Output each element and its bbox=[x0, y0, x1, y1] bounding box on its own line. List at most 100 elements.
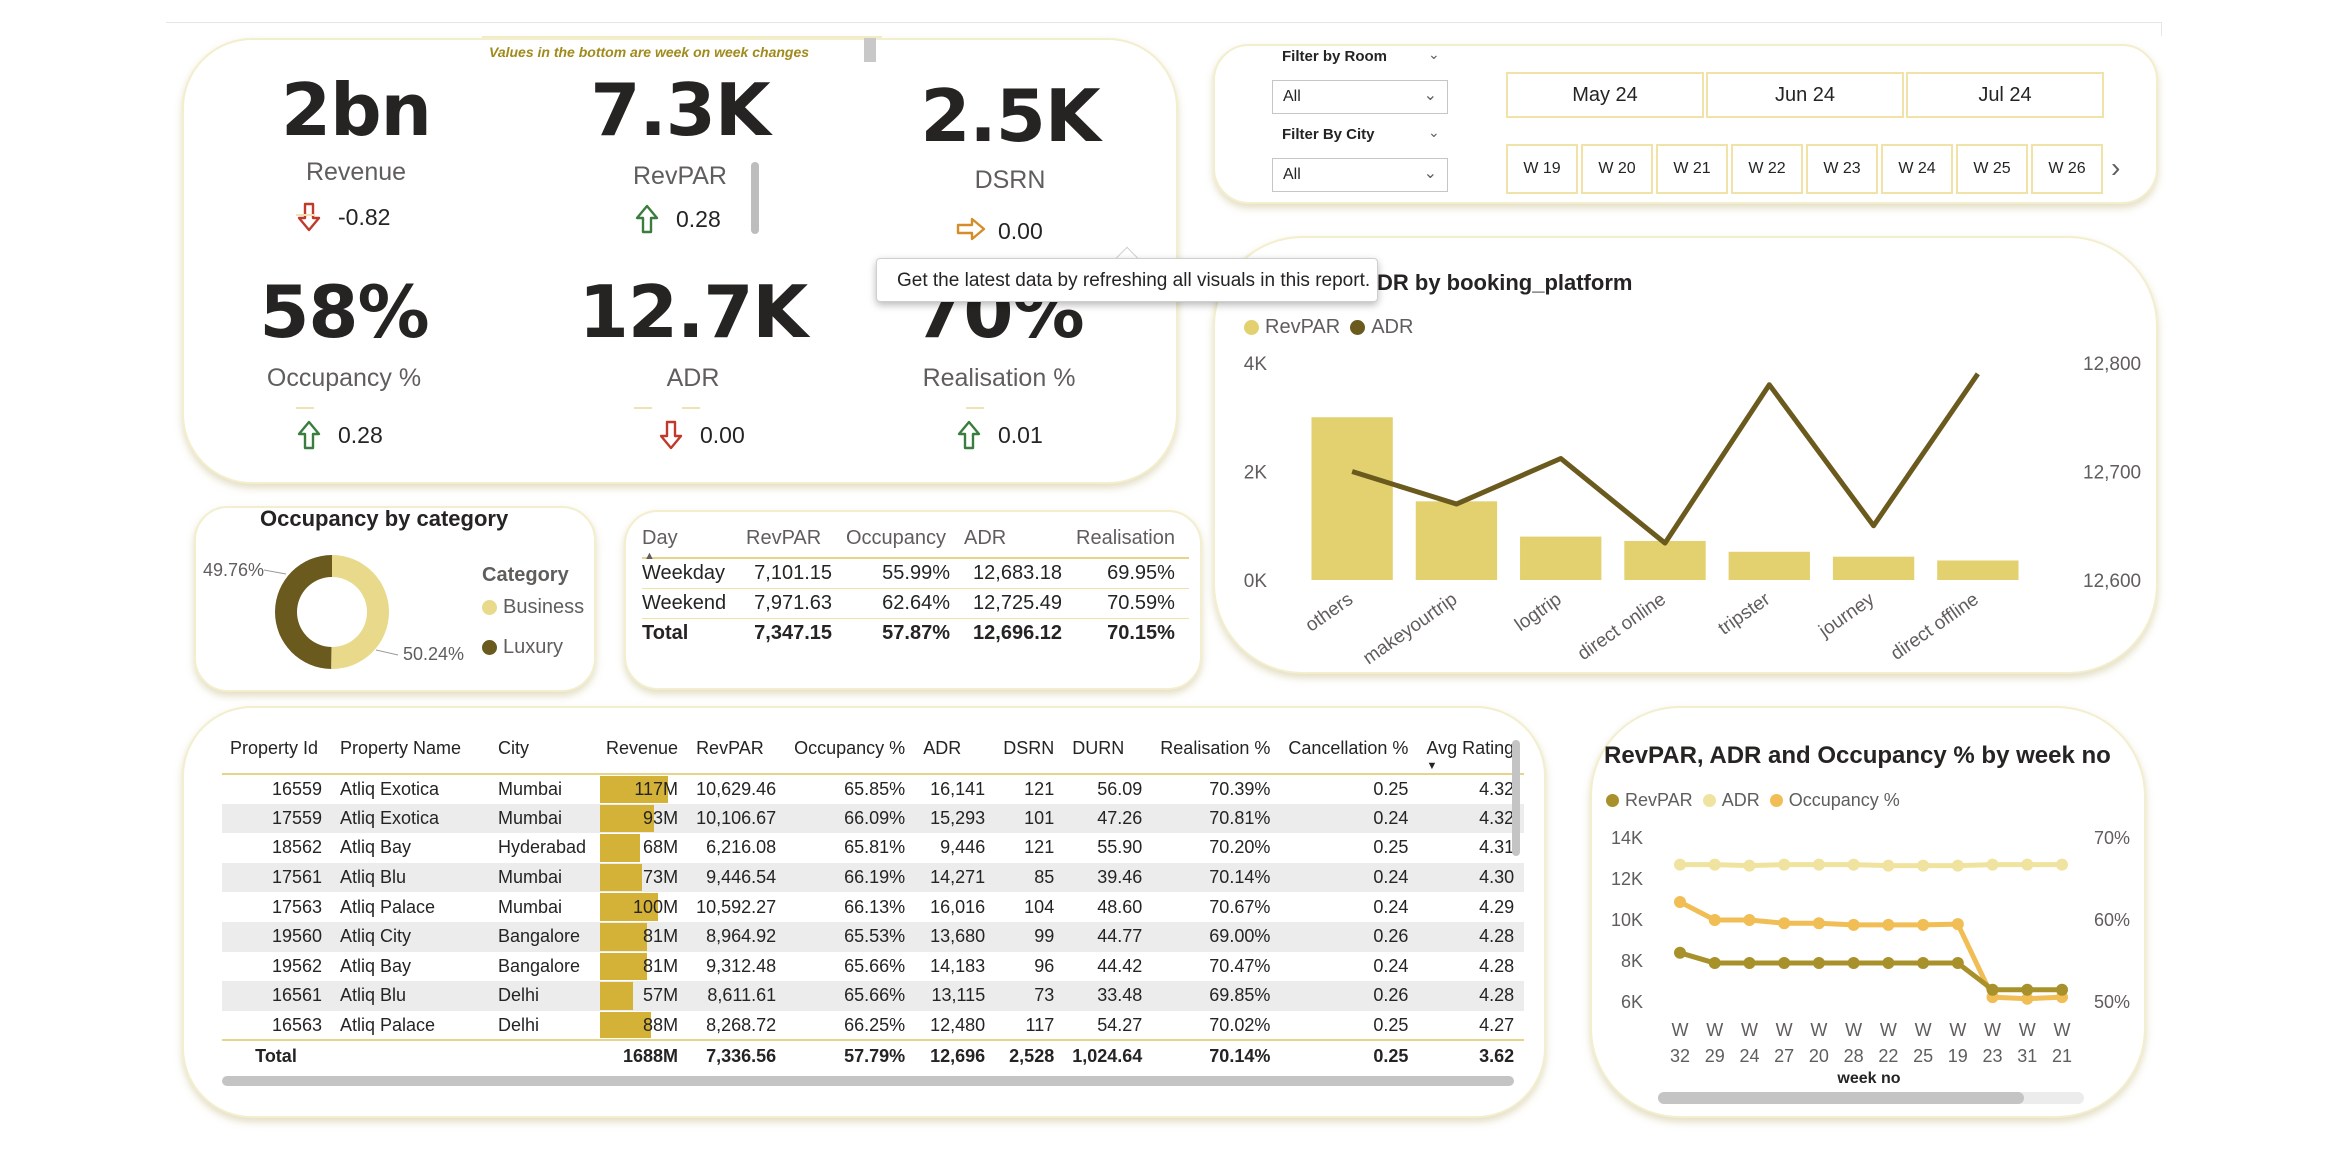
col-cancellation[interactable]: Cancellation % bbox=[1280, 732, 1419, 775]
visual-drag-handle[interactable] bbox=[864, 38, 876, 62]
arrow-right-icon bbox=[956, 217, 986, 241]
table-vertical-scrollbar[interactable] bbox=[1512, 740, 1520, 856]
revpar-line[interactable] bbox=[1679, 950, 2062, 993]
table-row[interactable]: 19560 Atliq City Bangalore 81M 8,964.92 65.53… bbox=[222, 921, 1525, 952]
adr-point[interactable] bbox=[1743, 859, 1756, 872]
donut-slice-business[interactable] bbox=[331, 555, 390, 669]
table-horizontal-scrollbar[interactable] bbox=[222, 1076, 1514, 1086]
kpi-scrollbar[interactable] bbox=[751, 162, 759, 234]
month-button-jun-24[interactable]: Jun 24 bbox=[1706, 72, 1904, 118]
occupancy-point[interactable] bbox=[1951, 918, 1964, 931]
adr-point[interactable] bbox=[1674, 858, 1686, 871]
week-chart: 6K 8K 10K 12K 14K 50% 60% 70% W 32 W 29 W 24 W 27 W 20 W 28… bbox=[1611, 828, 2130, 1087]
occupancy-point[interactable] bbox=[1708, 914, 1721, 926]
col-revpar[interactable]: RevPAR bbox=[688, 732, 787, 775]
revpar-point[interactable] bbox=[1986, 983, 1999, 996]
revpar-bar-tripster[interactable] bbox=[1728, 551, 1810, 580]
col-city[interactable]: City bbox=[490, 732, 598, 775]
adr-point[interactable] bbox=[1847, 858, 1860, 871]
table-row[interactable]: 17561 Atliq Blu Mumbai 73M 9,446.54 66.19% 14,… bbox=[222, 862, 1525, 893]
week-button-w-26[interactable]: W 26 bbox=[2031, 144, 2103, 194]
week-button-w-23[interactable]: W 23 bbox=[1806, 144, 1878, 194]
adr-point[interactable] bbox=[1812, 858, 1825, 871]
col-realisation[interactable]: Realisation bbox=[1076, 520, 1189, 559]
col-realisation[interactable]: Realisation % bbox=[1152, 732, 1281, 775]
revpar-point[interactable] bbox=[1847, 957, 1860, 970]
occupancy-point[interactable] bbox=[1674, 895, 1686, 908]
adr-line[interactable] bbox=[1680, 862, 2062, 869]
city-filter-dropdown[interactable]: All ⌄ bbox=[1272, 158, 1448, 192]
table-cell: 10,629.46 bbox=[688, 774, 787, 804]
table-row[interactable]: Weekend 7,971.63 62.64% 12,725.49 70.59% bbox=[642, 588, 1189, 619]
chevron-down-icon[interactable]: ⌄ bbox=[1428, 124, 1440, 141]
col-revenue[interactable]: Revenue bbox=[598, 732, 689, 775]
table-row[interactable]: 16559 Atliq Exotica Mumbai 117M 10,629.46 65.… bbox=[222, 774, 1525, 804]
col-adr[interactable]: ADR bbox=[964, 520, 1076, 559]
occupancy-point[interactable] bbox=[1743, 914, 1756, 926]
table-row[interactable]: 17559 Atliq Exotica Mumbai 93M 10,106.67 66.0… bbox=[222, 803, 1525, 834]
occupancy-point[interactable] bbox=[1812, 917, 1825, 930]
adr-point[interactable] bbox=[1708, 858, 1721, 871]
week-chart-scrollbar[interactable] bbox=[1658, 1092, 2024, 1104]
occupancy-point[interactable] bbox=[1847, 918, 1860, 931]
revpar-bar-logtrip[interactable] bbox=[1520, 536, 1602, 580]
col-durn[interactable]: DURN bbox=[1064, 732, 1153, 775]
revpar-bar-journey[interactable] bbox=[1832, 556, 1915, 580]
week-button-w-21[interactable]: W 21 bbox=[1656, 144, 1728, 194]
occupancy-point[interactable] bbox=[1917, 918, 1930, 931]
room-filter-dropdown[interactable]: All ⌄ bbox=[1272, 80, 1448, 114]
week-button-w-25[interactable]: W 25 bbox=[1956, 144, 2028, 194]
revpar-bar-makeyourtrip[interactable] bbox=[1415, 501, 1498, 580]
col-dsrn[interactable]: DSRN bbox=[995, 732, 1065, 775]
month-button-may-24[interactable]: May 24 bbox=[1506, 72, 1704, 118]
revpar-point[interactable] bbox=[1708, 957, 1721, 970]
chevron-right-icon[interactable]: › bbox=[2111, 152, 2120, 184]
revpar-bar-direct-online[interactable] bbox=[1624, 540, 1706, 580]
month-button-jul-24[interactable]: Jul 24 bbox=[1906, 72, 2104, 118]
revpar-point[interactable] bbox=[1778, 957, 1791, 970]
donut-slice-luxury[interactable] bbox=[275, 555, 332, 669]
revpar-point[interactable] bbox=[1882, 957, 1895, 970]
table-row[interactable]: 18562 Atliq Bay Hyderabad 68M 6,216.08 65.81%… bbox=[222, 833, 1525, 863]
week-button-w-20[interactable]: W 20 bbox=[1581, 144, 1653, 194]
revpar-point[interactable] bbox=[1812, 957, 1825, 970]
adr-point[interactable] bbox=[1778, 858, 1791, 871]
table-row[interactable]: Weekday 7,101.15 55.99% 12,683.18 69.95% bbox=[642, 558, 1189, 589]
adr-point[interactable] bbox=[2021, 858, 2034, 871]
week-button-w-22[interactable]: W 22 bbox=[1731, 144, 1803, 194]
week-button-w-19[interactable]: W 19 bbox=[1506, 144, 1578, 194]
col-occupancy[interactable]: Occupancy % bbox=[786, 732, 916, 775]
table-row[interactable]: 17563 Atliq Palace Mumbai 100M 10,592.27 66.1… bbox=[222, 892, 1525, 922]
col-avg-rating[interactable]: Avg Rating ▼ bbox=[1418, 732, 1525, 775]
table-row[interactable]: 16561 Atliq Blu Delhi 57M 8,611.61 65.66% 13,1… bbox=[222, 981, 1525, 1011]
revpar-point[interactable] bbox=[2021, 983, 2034, 996]
col-revpar[interactable]: RevPAR bbox=[746, 520, 846, 559]
table-cell: 69.95% bbox=[1076, 558, 1189, 589]
adr-point[interactable] bbox=[1917, 859, 1930, 872]
occupancy-point[interactable] bbox=[1778, 917, 1791, 930]
table-cell: Atliq Bay bbox=[332, 833, 490, 863]
col-property-name[interactable]: Property Name bbox=[332, 732, 490, 775]
adr-point[interactable] bbox=[1882, 859, 1895, 872]
revenue-value: 68M bbox=[643, 837, 679, 858]
revpar-point[interactable] bbox=[1951, 957, 1964, 970]
revpar-bar-others[interactable] bbox=[1311, 417, 1393, 580]
adr-point[interactable] bbox=[1951, 859, 1964, 872]
revpar-point[interactable] bbox=[2056, 983, 2068, 996]
col-day[interactable]: Day ▲ bbox=[642, 520, 746, 562]
chevron-down-icon[interactable]: ⌄ bbox=[1428, 46, 1440, 63]
adr-point[interactable] bbox=[1986, 858, 1999, 871]
revpar-point[interactable] bbox=[1674, 946, 1686, 959]
occupancy-line[interactable] bbox=[1678, 899, 2063, 1002]
week-button-w-24[interactable]: W 24 bbox=[1881, 144, 1953, 194]
revpar-point[interactable] bbox=[1743, 957, 1756, 970]
col-occupancy[interactable]: Occupancy bbox=[846, 520, 964, 559]
col-adr[interactable]: ADR bbox=[915, 732, 996, 775]
adr-point[interactable] bbox=[2056, 858, 2068, 871]
revpar-point[interactable] bbox=[1917, 957, 1930, 970]
occupancy-point[interactable] bbox=[1882, 918, 1895, 931]
revpar-bar-direct-offline[interactable] bbox=[1937, 560, 2019, 580]
table-row[interactable]: 16563 Atliq Palace Delhi 88M 8,268.72 66.25% 1… bbox=[222, 1010, 1525, 1041]
col-property-id[interactable]: Property Id bbox=[222, 732, 332, 775]
table-row[interactable]: 19562 Atliq Bay Bangalore 81M 9,312.48 65.66%… bbox=[222, 951, 1525, 982]
